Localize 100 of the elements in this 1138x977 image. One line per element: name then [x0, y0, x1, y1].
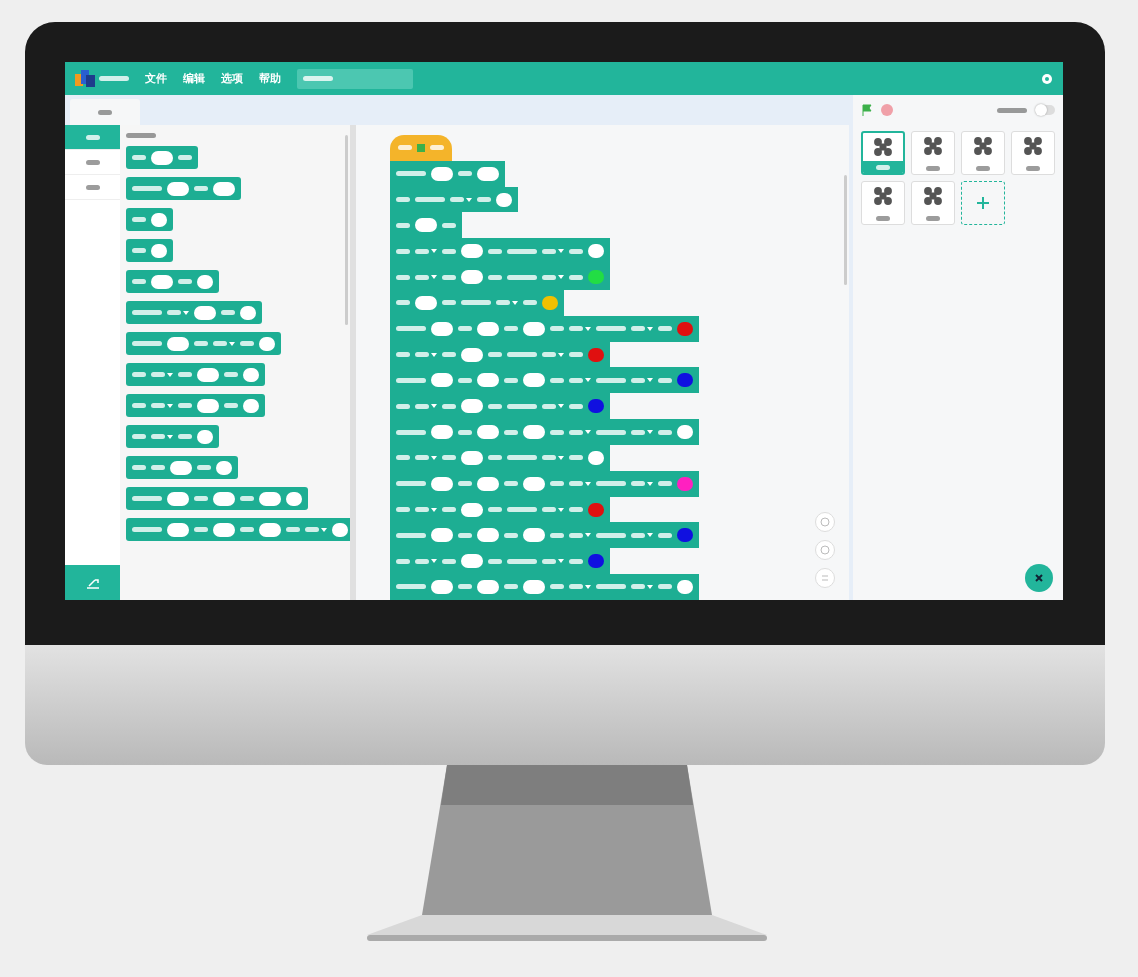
dropdown[interactable]	[569, 532, 591, 538]
dropdown[interactable]	[542, 558, 564, 564]
color-swatch[interactable]	[197, 429, 213, 444]
value-input[interactable]	[197, 367, 219, 382]
color-swatch[interactable]	[542, 295, 558, 310]
value-input[interactable]	[415, 218, 437, 233]
dropdown[interactable]	[450, 197, 472, 203]
zoom-in-button[interactable]	[815, 512, 835, 532]
value-input[interactable]	[431, 425, 453, 439]
settings-icon[interactable]	[1041, 72, 1053, 85]
value-input[interactable]	[259, 522, 281, 537]
menu-item[interactable]: 选项	[221, 71, 243, 86]
value-input[interactable]	[523, 321, 545, 336]
value-input[interactable]	[461, 244, 483, 259]
value-input[interactable]	[461, 502, 483, 517]
dropdown[interactable]	[415, 403, 437, 409]
value-input[interactable]	[151, 274, 173, 289]
value-input[interactable]	[477, 425, 499, 439]
dropdown[interactable]	[415, 248, 437, 254]
dropdown[interactable]	[415, 558, 437, 564]
dropdown[interactable]	[569, 481, 591, 487]
dropdown[interactable]	[542, 352, 564, 358]
value-input[interactable]	[213, 181, 235, 196]
value-input[interactable]	[213, 522, 235, 537]
color-swatch[interactable]	[588, 554, 604, 569]
value-input[interactable]	[431, 580, 453, 594]
zoom-out-button[interactable]	[815, 540, 835, 560]
value-input[interactable]	[431, 321, 453, 336]
sprite-card[interactable]	[861, 131, 905, 175]
value-input[interactable]	[477, 528, 499, 543]
menu-item[interactable]: 帮助	[259, 71, 281, 86]
color-swatch[interactable]	[243, 398, 259, 413]
dropdown[interactable]	[542, 455, 564, 461]
project-name-field[interactable]	[297, 68, 413, 89]
value-input[interactable]	[167, 491, 189, 506]
color-swatch[interactable]	[259, 336, 275, 351]
dropdown[interactable]	[151, 372, 173, 377]
color-swatch[interactable]	[216, 460, 232, 475]
color-swatch[interactable]	[677, 321, 693, 336]
value-input[interactable]	[477, 166, 499, 181]
value-input[interactable]	[167, 336, 189, 351]
extension-button[interactable]	[65, 565, 120, 600]
category-item[interactable]	[65, 125, 120, 150]
color-swatch[interactable]	[588, 347, 604, 362]
color-swatch[interactable]	[588, 502, 604, 517]
color-swatch[interactable]	[677, 425, 693, 439]
value-input[interactable]	[167, 522, 189, 537]
color-swatch[interactable]	[588, 270, 604, 285]
dropdown[interactable]	[213, 341, 235, 346]
dropdown[interactable]	[631, 584, 653, 590]
dropdown[interactable]	[569, 584, 591, 590]
color-swatch[interactable]	[677, 528, 693, 543]
start-block[interactable]	[390, 135, 452, 161]
dropdown[interactable]	[151, 434, 173, 439]
menu-item[interactable]: 文件	[145, 71, 167, 86]
stop-icon[interactable]	[881, 104, 893, 116]
close-button[interactable]	[1025, 564, 1053, 592]
value-input[interactable]	[415, 295, 437, 310]
dropdown[interactable]	[151, 403, 173, 408]
value-input[interactable]	[431, 528, 453, 543]
color-swatch[interactable]	[677, 476, 693, 491]
value-input[interactable]	[477, 580, 499, 594]
value-input[interactable]	[523, 373, 545, 388]
tab[interactable]	[70, 99, 140, 125]
dropdown[interactable]	[631, 429, 653, 435]
color-swatch[interactable]	[588, 450, 604, 465]
toggle-switch[interactable]	[1035, 105, 1055, 115]
color-swatch[interactable]	[496, 192, 512, 207]
color-swatch[interactable]	[286, 491, 302, 506]
color-swatch[interactable]	[588, 244, 604, 259]
value-input[interactable]	[194, 305, 216, 320]
value-input[interactable]	[167, 181, 189, 196]
value-input[interactable]	[259, 491, 281, 506]
color-swatch[interactable]	[151, 212, 167, 227]
dropdown[interactable]	[569, 377, 591, 383]
value-input[interactable]	[431, 476, 453, 491]
value-input[interactable]	[523, 528, 545, 543]
value-input[interactable]	[197, 398, 219, 413]
dropdown[interactable]	[631, 481, 653, 487]
color-swatch[interactable]	[240, 305, 256, 320]
value-input[interactable]	[213, 491, 235, 506]
dropdown[interactable]	[631, 377, 653, 383]
value-input[interactable]	[523, 425, 545, 439]
value-input[interactable]	[461, 347, 483, 362]
color-swatch[interactable]	[588, 399, 604, 414]
color-swatch[interactable]	[243, 367, 259, 382]
dropdown[interactable]	[542, 507, 564, 512]
color-swatch[interactable]	[197, 274, 213, 289]
color-swatch[interactable]	[677, 580, 693, 594]
add-sprite-button[interactable]	[961, 181, 1005, 225]
dropdown[interactable]	[305, 527, 327, 532]
value-input[interactable]	[477, 321, 499, 336]
dropdown[interactable]	[542, 248, 564, 254]
value-input[interactable]	[170, 460, 192, 475]
value-input[interactable]	[151, 150, 173, 165]
value-input[interactable]	[523, 476, 545, 491]
dropdown[interactable]	[496, 300, 518, 306]
value-input[interactable]	[431, 373, 453, 388]
dropdown[interactable]	[542, 403, 564, 409]
dropdown[interactable]	[631, 532, 653, 538]
